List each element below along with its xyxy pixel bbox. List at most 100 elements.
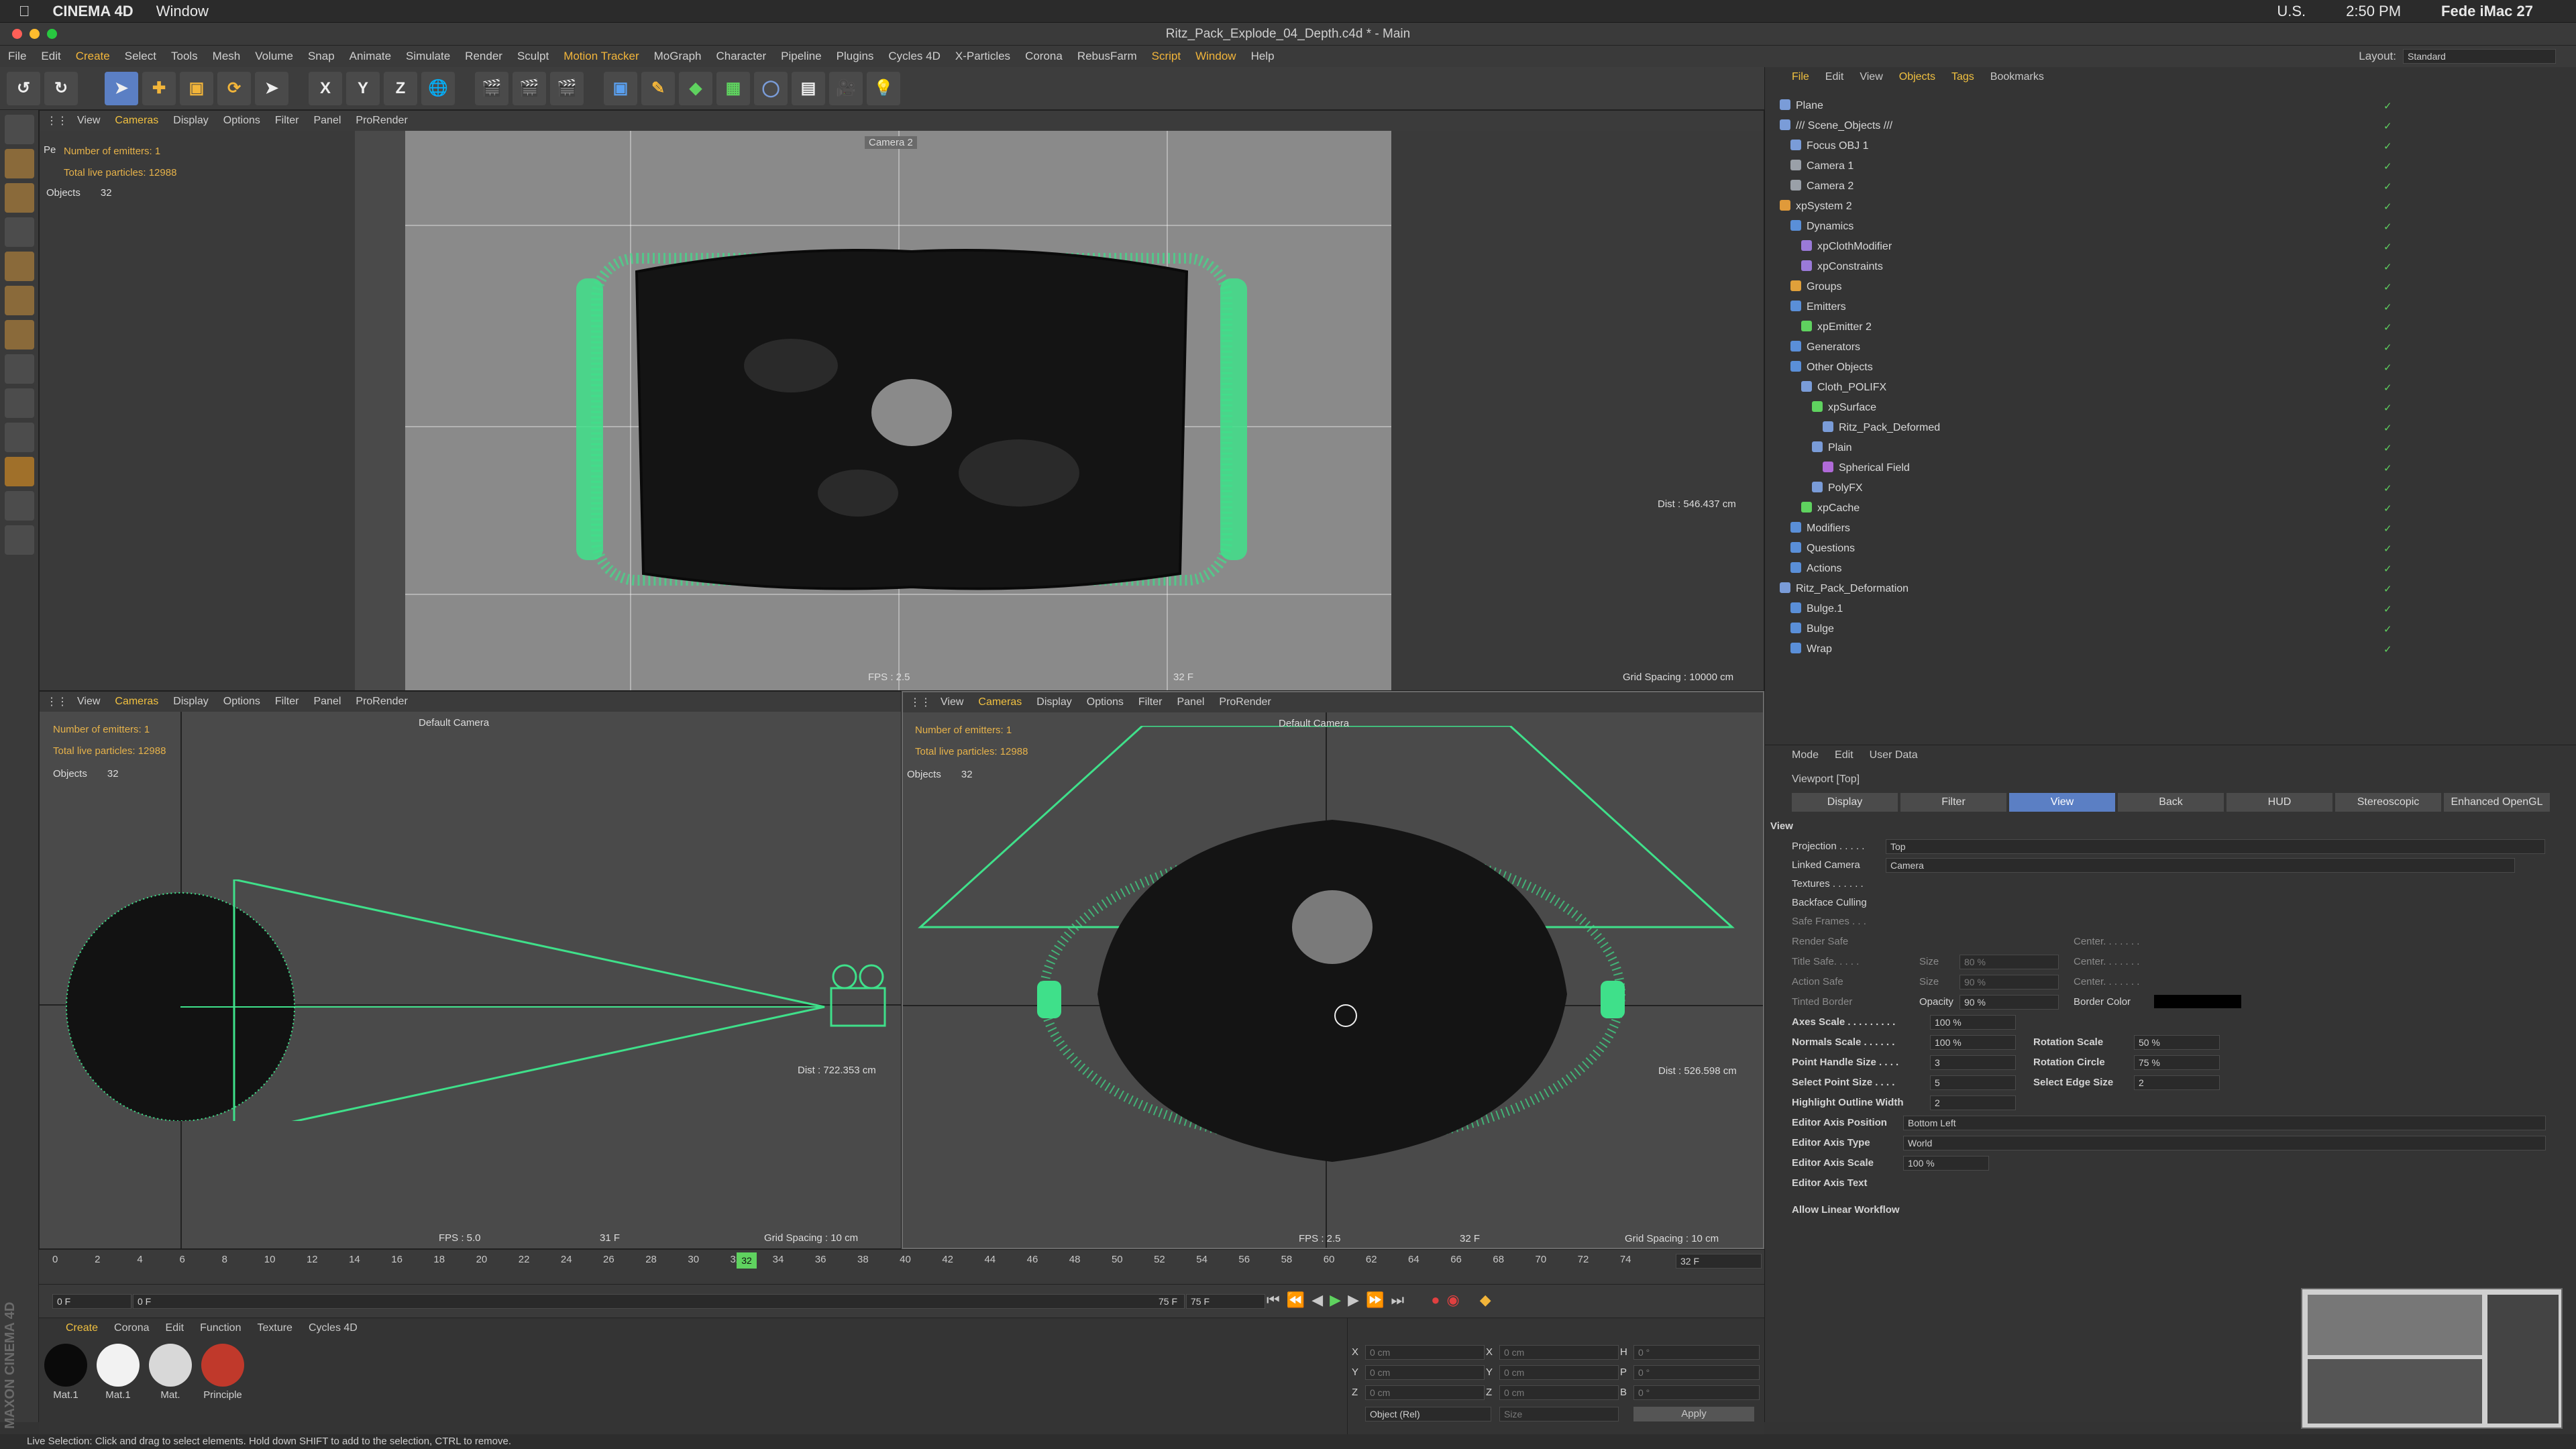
start-frame-field[interactable]: 0 F (52, 1294, 131, 1309)
viewport-menu-prorender[interactable]: ProRender (1219, 696, 1271, 708)
visibility-check-icon[interactable]: ✓ (2383, 643, 2392, 655)
tweak-mode-tool[interactable] (5, 388, 34, 418)
user-name[interactable]: Fede iMac 27 (2441, 3, 2533, 20)
visibility-check-icon[interactable]: ✓ (2383, 462, 2392, 474)
workplane-tool[interactable] (5, 217, 34, 247)
object-row[interactable]: Camera 2 ✓ (1765, 176, 2536, 196)
viewport-menu-cameras[interactable]: Cameras (115, 696, 158, 708)
object-menu-tags[interactable]: Tags (1951, 71, 1974, 83)
size-z-field[interactable]: 0 cm (1499, 1385, 1619, 1400)
material-menu-create[interactable]: Create (66, 1322, 98, 1334)
object-name[interactable]: Focus OBJ 1 (1807, 140, 1868, 152)
highlight-outline-width-field[interactable]: 2 (1930, 1095, 2016, 1110)
material-menu-texture[interactable]: Texture (257, 1322, 292, 1334)
object-row[interactable]: xpSystem 2 ✓ (1765, 196, 2536, 216)
viewport-camera-label-left[interactable]: Default Camera (419, 717, 489, 729)
object-name[interactable]: Questions (1807, 543, 1855, 555)
material-swatch[interactable]: Mat.1 (44, 1344, 87, 1401)
visibility-check-icon[interactable]: ✓ (2383, 261, 2392, 273)
visibility-check-icon[interactable]: ✓ (2383, 100, 2392, 112)
points-mode-tool[interactable] (5, 252, 34, 281)
projection-dropdown[interactable]: Top (1886, 839, 2545, 854)
go-to-end-icon[interactable]: ⏭ (1391, 1291, 1404, 1309)
cloth-mesh-top-view[interactable] (576, 231, 1247, 607)
border-color-swatch[interactable] (2154, 995, 2241, 1008)
menu-mesh[interactable]: Mesh (213, 50, 241, 63)
object-row[interactable]: Bulge.1 ✓ (1765, 598, 2536, 619)
current-frame-field[interactable]: 32 F (1676, 1254, 1762, 1269)
material-swatch[interactable]: Principle (201, 1344, 244, 1401)
viewport-bottom-left[interactable]: ⋮⋮ View Cameras Display Options Filter Panel Pr… (39, 691, 902, 1249)
object-row[interactable]: Camera 1 ✓ (1765, 156, 2536, 176)
viewport-menu-display[interactable]: Display (173, 696, 208, 708)
viewport-grip-icon[interactable]: ⋮⋮ (910, 696, 931, 709)
next-frame-icon[interactable]: ▶ (1348, 1291, 1359, 1309)
menu-pipeline[interactable]: Pipeline (781, 50, 822, 63)
object-name[interactable]: /// Scene_Objects /// (1796, 120, 1892, 132)
object-name[interactable]: Dynamics (1807, 221, 1854, 233)
object-name[interactable]: Camera 1 (1807, 160, 1854, 172)
viewport-menu-filter[interactable]: Filter (1138, 696, 1163, 708)
rotation-circle-field[interactable]: 75 % (2134, 1055, 2220, 1070)
object-name[interactable]: Ritz_Pack_Deformed (1839, 422, 1940, 434)
object-name[interactable]: Other Objects (1807, 362, 1873, 374)
visibility-check-icon[interactable]: ✓ (2383, 301, 2392, 313)
viewport-menu-filter[interactable]: Filter (275, 115, 299, 127)
object-name[interactable]: xpSystem 2 (1796, 201, 1852, 213)
render-safe-label[interactable]: Render Safe (1792, 936, 1848, 947)
rotation-p-field[interactable]: 0 ° (1633, 1365, 1760, 1380)
rotation-scale-field[interactable]: 50 % (2134, 1035, 2220, 1050)
object-name[interactable]: Bulge (1807, 623, 1834, 635)
viewport-menu-options[interactable]: Options (1087, 696, 1124, 708)
object-row[interactable]: PolyFX ✓ (1765, 478, 2536, 498)
viewport-camera-label-right[interactable]: Default Camera (1279, 718, 1349, 729)
viewport-menu-cameras[interactable]: Cameras (978, 696, 1022, 708)
menu-cycles-4d[interactable]: Cycles 4D (888, 50, 940, 63)
edit-render-settings-button[interactable]: 🎬 (550, 71, 584, 105)
menu-edit[interactable]: Edit (41, 50, 60, 63)
tab-display[interactable]: Display (1792, 793, 1898, 812)
visibility-check-icon[interactable]: ✓ (2383, 583, 2392, 595)
point-handle-size-field[interactable]: 3 (1930, 1055, 2016, 1070)
tab-stereoscopic[interactable]: Stereoscopic (2335, 793, 2441, 812)
attribute-menu-mode[interactable]: Mode (1792, 749, 1819, 761)
material-menu-edit[interactable]: Edit (166, 1322, 184, 1334)
subdivision-button[interactable]: ◆ (679, 71, 712, 105)
viewport-menu-display[interactable]: Display (173, 115, 208, 127)
object-name[interactable]: Modifiers (1807, 523, 1850, 535)
size-y-field[interactable]: 0 cm (1499, 1365, 1619, 1380)
object-row[interactable]: Dynamics ✓ (1765, 216, 2536, 236)
object-name[interactable]: Cloth_POLIFX (1817, 382, 1886, 394)
object-name[interactable]: Spherical Field (1839, 462, 1910, 474)
object-name[interactable]: Camera 2 (1807, 180, 1854, 193)
object-name[interactable]: Plane (1796, 100, 1823, 112)
grid-tool[interactable] (5, 525, 34, 555)
visibility-check-icon[interactable]: ✓ (2383, 402, 2392, 414)
previous-frame-icon[interactable]: ◀ (1311, 1291, 1323, 1309)
visibility-check-icon[interactable]: ✓ (2383, 603, 2392, 615)
recent-tool[interactable]: ➤ (255, 71, 288, 105)
viewport-menu-panel[interactable]: Panel (313, 696, 341, 708)
menu-select[interactable]: Select (125, 50, 156, 63)
menu-plugins[interactable]: Plugins (837, 50, 874, 63)
position-y-field[interactable]: 0 cm (1365, 1365, 1485, 1380)
object-row[interactable]: Ritz_Pack_Deformed ✓ (1765, 417, 2536, 437)
object-row[interactable]: xpSurface ✓ (1765, 397, 2536, 417)
visibility-check-icon[interactable]: ✓ (2383, 362, 2392, 374)
camera-button[interactable]: 🎥 (829, 71, 863, 105)
magnet-tool[interactable] (5, 457, 34, 486)
object-name[interactable]: Wrap (1807, 643, 1832, 655)
select-edge-size-field[interactable]: 2 (2134, 1075, 2220, 1090)
object-row[interactable]: Plane ✓ (1765, 95, 2536, 115)
model-mode-tool[interactable] (5, 149, 34, 178)
object-name[interactable]: xpClothModifier (1817, 241, 1892, 253)
position-z-field[interactable]: 0 cm (1365, 1385, 1485, 1400)
object-name[interactable]: xpEmitter 2 (1817, 321, 1872, 333)
position-x-field[interactable]: 0 cm (1365, 1345, 1485, 1360)
object-name[interactable]: Plain (1828, 442, 1852, 454)
editor-axis-type-dropdown[interactable]: World (1903, 1136, 2546, 1150)
object-menu-objects[interactable]: Objects (1899, 71, 1935, 83)
menu-rebusfarm[interactable]: RebusFarm (1077, 50, 1137, 63)
editor-axis-position-dropdown[interactable]: Bottom Left (1903, 1116, 2546, 1130)
array-button[interactable]: ▦ (716, 71, 750, 105)
